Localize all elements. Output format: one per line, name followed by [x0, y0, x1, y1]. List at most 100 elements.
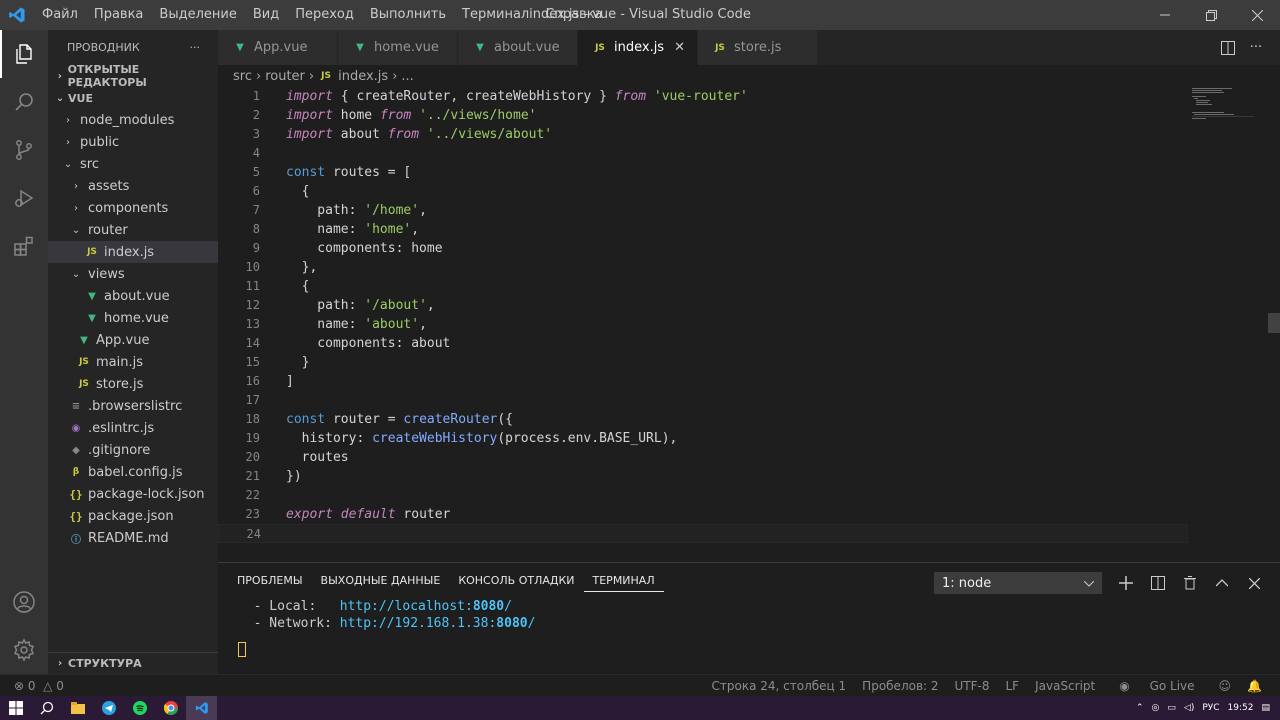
tree-file[interactable]: ▼ about.vue — [48, 285, 218, 307]
minimap[interactable] — [1188, 87, 1268, 562]
volume-icon[interactable]: ◁) — [1180, 703, 1198, 713]
file-explorer-icon[interactable] — [62, 696, 93, 720]
split-terminal-icon[interactable] — [1142, 569, 1174, 597]
vscode-logo-icon[interactable] — [0, 0, 34, 30]
tree-file[interactable]: ▼ App.vue — [48, 329, 218, 351]
tree-file[interactable]: JS store.js — [48, 373, 218, 395]
close-window-button[interactable] — [1234, 0, 1280, 30]
tree-file[interactable]: ◉ .eslintrc.js — [48, 417, 218, 439]
explorer-icon[interactable] — [0, 30, 48, 78]
tray-chevron-icon[interactable]: ⌃ — [1132, 703, 1148, 713]
tab-store-js[interactable]: JS store.js — [698, 30, 818, 65]
clock[interactable]: 19:52 — [1224, 703, 1258, 713]
terminal-url[interactable]: http://192.168.1.38:8080/ — [340, 616, 536, 631]
tab-index-js[interactable]: JS index.js ✕ — [578, 30, 698, 65]
breadcrumb-item[interactable]: index.js — [338, 69, 388, 84]
line-ending[interactable]: LF — [998, 679, 1028, 693]
breadcrumb-item[interactable]: router — [265, 69, 305, 84]
close-panel-icon[interactable] — [1238, 569, 1270, 597]
tree-file[interactable]: ▼ home.vue — [48, 307, 218, 329]
tab-home-vue[interactable]: ▼ home.vue — [338, 30, 458, 65]
maximize-panel-icon[interactable] — [1206, 569, 1238, 597]
menu-item[interactable]: Правка — [86, 0, 151, 30]
tree-file[interactable]: JS index.js — [48, 241, 218, 263]
more-actions-icon[interactable]: ··· — [190, 41, 201, 54]
language-indicator[interactable]: РУС — [1198, 703, 1223, 713]
telegram-icon[interactable] — [93, 696, 124, 720]
line-number: 11 — [245, 279, 260, 293]
account-icon[interactable] — [0, 578, 48, 626]
editor-scrollbar[interactable] — [1268, 87, 1280, 562]
windows-start-icon[interactable] — [0, 696, 31, 720]
outline-section[interactable]: › СТРУКТУРА — [48, 652, 218, 674]
line-content: const routes = [ — [260, 163, 411, 182]
tray-app-icon[interactable]: ◎ — [1148, 703, 1164, 713]
settings-gear-icon[interactable] — [0, 626, 48, 674]
feedback-icon[interactable]: ☺ — [1211, 679, 1240, 693]
panel-tab[interactable]: ТЕРМИНАЛ — [583, 570, 664, 592]
close-tab-icon[interactable]: ✕ — [674, 40, 685, 55]
search-icon[interactable] — [31, 696, 62, 720]
network-icon[interactable]: ▭ — [1163, 703, 1180, 713]
tree-folder[interactable]: › node_modules — [48, 109, 218, 131]
search-icon[interactable] — [0, 78, 48, 126]
tree-folder[interactable]: › public — [48, 131, 218, 153]
tab-about-vue[interactable]: ▼ about.vue — [458, 30, 578, 65]
tree-folder[interactable]: › components — [48, 197, 218, 219]
tree-file[interactable]: β babel.config.js — [48, 461, 218, 483]
code-editor[interactable]: 1 import { createRouter, createWebHistory… — [218, 87, 1188, 562]
tree-folder[interactable]: ⌄ router — [48, 219, 218, 241]
menu-item[interactable]: Переход — [287, 0, 362, 30]
panel-tab[interactable]: ПРОБЛЕМЫ — [228, 563, 312, 598]
extensions-icon[interactable] — [0, 222, 48, 270]
chrome-icon[interactable] — [155, 696, 186, 720]
menu-item[interactable]: Выделение — [151, 0, 244, 30]
vscode-taskbar-icon[interactable] — [186, 696, 217, 720]
new-terminal-icon[interactable] — [1110, 569, 1142, 597]
tab-App-vue[interactable]: ▼ App.vue — [218, 30, 338, 65]
language-mode[interactable]: JavaScript — [1027, 679, 1103, 693]
open-editors-section[interactable]: › ОТКРЫТЫЕ РЕДАКТОРЫ — [48, 63, 218, 89]
menu-item[interactable]: Файл — [34, 0, 86, 30]
go-live-button[interactable]: ◉ Go Live — [1103, 679, 1210, 693]
scroll-thumb[interactable] — [1268, 313, 1280, 333]
terminal-url[interactable]: http://localhost:8080/ — [340, 599, 512, 614]
terminal-output[interactable]: - Local: http://localhost:8080/ - Networ… — [218, 598, 1280, 661]
problems-indicator[interactable]: ⊗ 0 △ 0 — [0, 679, 64, 693]
notifications-icon[interactable]: ▤ — [1257, 703, 1274, 713]
encoding[interactable]: UTF-8 — [947, 679, 998, 693]
run-debug-icon[interactable] — [0, 174, 48, 222]
menu-item[interactable]: Вид — [245, 0, 287, 30]
tree-file[interactable]: ◆ .gitignore — [48, 439, 218, 461]
cursor-position[interactable]: Строка 24, столбец 1 — [704, 679, 855, 693]
terminal-select[interactable]: 1: node — [934, 572, 1102, 594]
breadcrumb-item[interactable]: src — [233, 69, 252, 84]
split-editor-icon[interactable] — [1214, 30, 1242, 65]
indentation[interactable]: Пробелов: 2 — [854, 679, 946, 693]
maximize-button[interactable] — [1188, 0, 1234, 30]
trash-icon[interactable] — [1174, 569, 1206, 597]
breadcrumb-separator: › — [308, 68, 315, 84]
tree-file[interactable]: JS main.js — [48, 351, 218, 373]
minimize-button[interactable] — [1142, 0, 1188, 30]
tree-file[interactable]: ⓘ README.md — [48, 527, 218, 549]
panel-tab[interactable]: ВЫХОДНЫЕ ДАННЫЕ — [312, 563, 450, 598]
project-section[interactable]: ⌄ VUE — [48, 87, 218, 109]
spotify-icon[interactable] — [124, 696, 155, 720]
menu-item[interactable]: Справка — [537, 0, 610, 30]
tree-folder[interactable]: › assets — [48, 175, 218, 197]
menu-item[interactable]: Выполнить — [362, 0, 454, 30]
panel-tab[interactable]: КОНСОЛЬ ОТЛАДКИ — [449, 563, 583, 598]
tree-file[interactable]: ≡ .browserslistrc — [48, 395, 218, 417]
line-content: path: '/home', — [260, 201, 427, 220]
source-control-icon[interactable] — [0, 126, 48, 174]
tree-folder[interactable]: ⌄ src — [48, 153, 218, 175]
breadcrumb-item[interactable]: ... — [401, 69, 413, 84]
tree-file[interactable]: {} package-lock.json — [48, 483, 218, 505]
more-actions-icon[interactable]: ··· — [1242, 30, 1270, 65]
tree-folder[interactable]: ⌄ views — [48, 263, 218, 285]
menu-item[interactable]: Терминал — [454, 0, 537, 30]
tree-file[interactable]: {} package.json — [48, 505, 218, 527]
notifications-bell-icon[interactable]: 🔔 — [1239, 679, 1270, 693]
